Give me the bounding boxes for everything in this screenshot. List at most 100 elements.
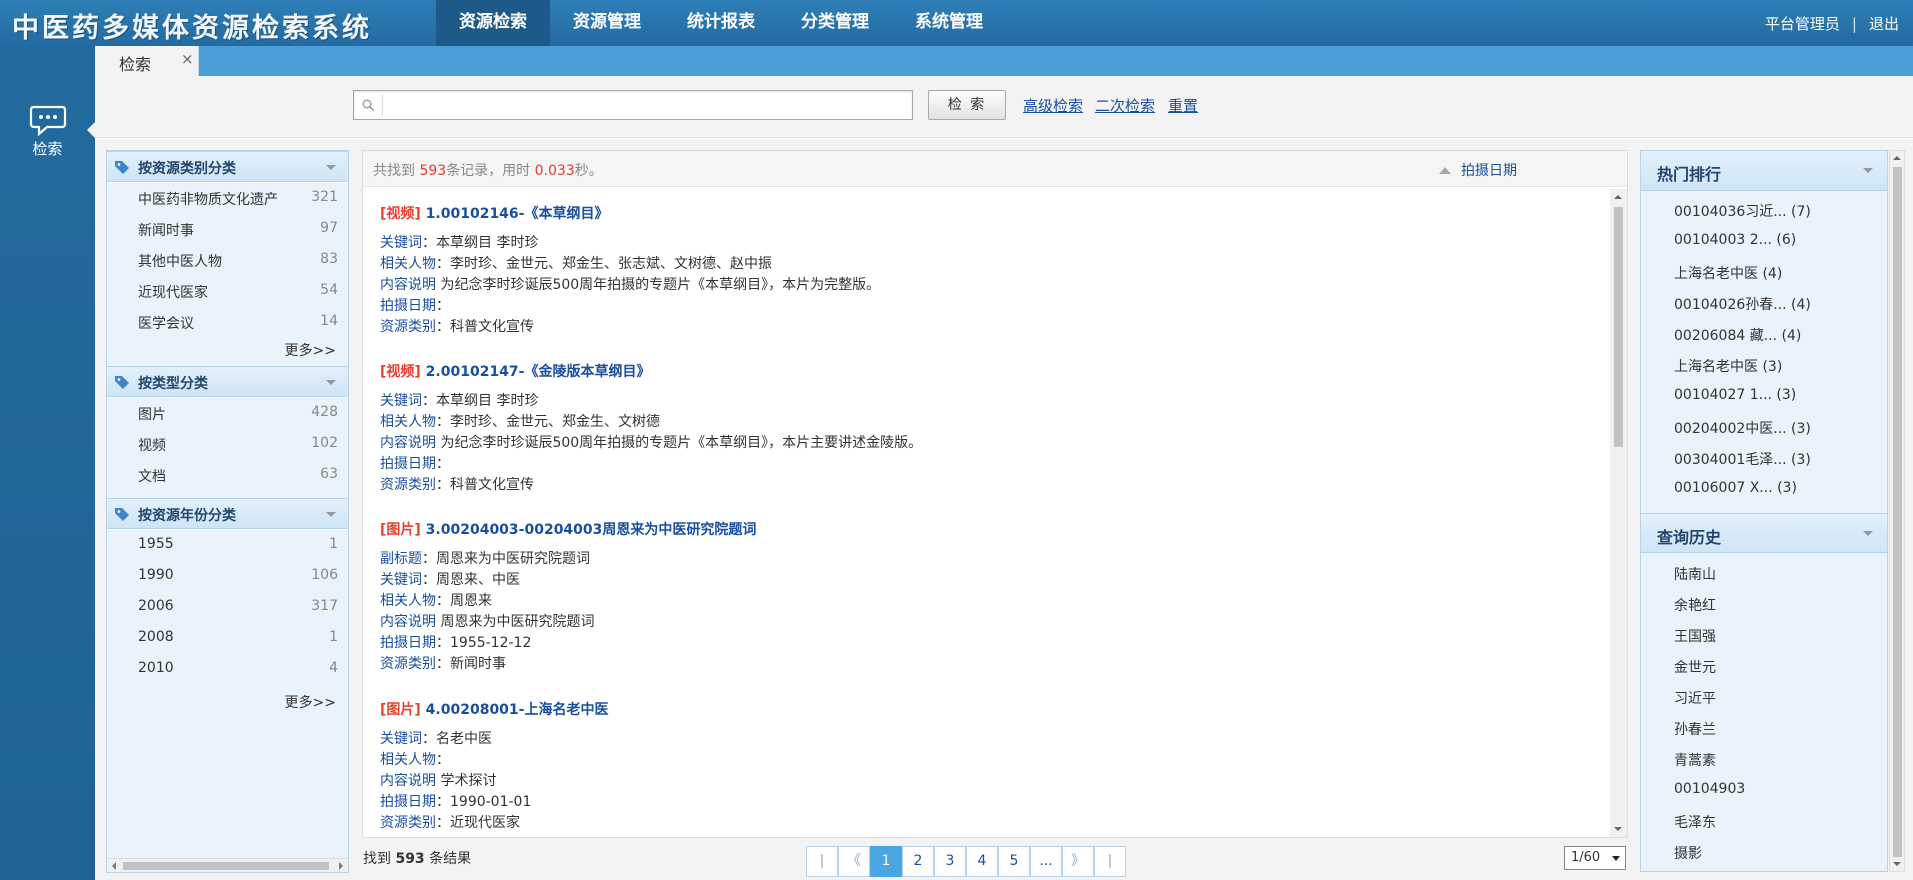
field-sep: ： [436,815,450,831]
facet-item[interactable]: 文档 63 [107,460,348,491]
scroll-down-icon[interactable] [1893,862,1901,866]
chevron-down-icon[interactable] [1863,531,1873,536]
right-panel-scrollbar[interactable] [1889,150,1905,872]
tab-strip: 检索 × [95,46,1913,76]
facet-item[interactable]: 近现代医家 54 [107,276,348,307]
hot-item[interactable]: 上海名老中医 (3) [1674,356,1782,376]
facet-item-name: 中医药非物质文化遗产 [138,192,278,208]
result-title-link[interactable]: [视频] 2.00102147-《金陵版本草纲目》 [380,361,1600,381]
reset-link[interactable]: 重置 [1168,95,1198,116]
hot-item[interactable]: 00206084 藏... (4) [1674,325,1801,345]
chevron-down-icon[interactable] [1863,168,1873,173]
user-name-link[interactable]: 平台管理员 [1765,15,1840,33]
page-button[interactable]: 1 [870,846,902,877]
facet-item[interactable]: 2008 1 [107,623,348,654]
facet-item[interactable]: 1990 106 [107,561,348,592]
field-key: 内容说明 [380,614,436,630]
field-sep: ： [422,393,436,409]
nav-category-management[interactable]: 分类管理 [778,0,892,46]
history-item[interactable]: 陆南山 [1674,564,1716,584]
hot-item[interactable]: 00106007 X... (3) [1674,480,1797,496]
facet-header-year[interactable]: 按资源年份分类 [107,498,348,529]
next-page-button[interactable]: 》 [1062,846,1094,877]
facet-header-media-type[interactable]: 按类型分类 [107,366,348,397]
facet-more-link[interactable]: 更多>> [285,692,336,712]
field-sep: ： [436,656,450,672]
result-title-link[interactable]: [图片] 3.00204003-00204003周恩来为中医研究院题词 [380,519,1600,539]
scroll-down-icon[interactable] [1614,827,1622,831]
prev-page-button[interactable]: 《 [838,846,870,877]
results-total: 593 [419,163,447,179]
facet-more-row: 更多>> [107,334,348,366]
history-item[interactable]: 青蒿素 [1674,750,1716,770]
page-ellipsis[interactable]: ... [1030,846,1062,877]
page-select[interactable]: 1/60 [1564,846,1626,870]
page-button[interactable]: 5 [998,846,1030,877]
facet-item[interactable]: 2006 317 [107,592,348,623]
last-page-button[interactable]: | [1094,846,1126,877]
facet-item[interactable]: 1955 1 [107,530,348,561]
facet-item-name: 图片 [138,407,166,423]
secondary-search-link[interactable]: 二次检索 [1095,95,1155,116]
history-item[interactable]: 毛泽东 [1674,812,1716,832]
chevron-down-icon[interactable] [326,380,336,385]
hot-ranking-header[interactable]: 热门排行 [1641,151,1887,191]
results-vertical-scrollbar[interactable] [1610,189,1627,837]
page-button[interactable]: 4 [966,846,998,877]
nav-system-management[interactable]: 系统管理 [892,0,1006,46]
nav-resource-management[interactable]: 资源管理 [550,0,664,46]
nav-resource-search[interactable]: 资源检索 [436,0,550,46]
scroll-right-icon[interactable] [339,862,343,870]
rail-search-button[interactable]: 检索 [0,104,95,168]
scroll-up-icon[interactable] [1614,195,1622,199]
result-title-link[interactable]: [图片] 4.00208001-上海名老中医 [380,699,1600,719]
sort-by-date-button[interactable]: 拍摄日期 [1439,160,1517,180]
search-input[interactable] [386,93,906,117]
facet-more-link[interactable]: 更多>> [285,340,336,360]
result-item: [图片] 3.00204003-00204003周恩来为中医研究院题词 副标题：… [380,519,1600,675]
chevron-down-icon[interactable] [326,512,336,517]
nav-statistics[interactable]: 统计报表 [664,0,778,46]
facet-item[interactable]: 新闻时事 97 [107,214,348,245]
facet-item[interactable]: 中医药非物质文化遗产 321 [107,183,348,214]
scrollbar-thumb[interactable] [1614,207,1623,447]
field-value: 学术探讨 [440,773,497,789]
facet-header-resource-type[interactable]: 按资源类别分类 [107,151,348,182]
tab-close-icon[interactable]: × [181,50,194,68]
history-item[interactable]: 习近平 [1674,688,1716,708]
hot-item[interactable]: 00104003 2... (6) [1674,232,1796,248]
chevron-down-icon[interactable] [326,165,336,170]
facet-horizontal-scrollbar[interactable] [107,858,348,872]
logout-link[interactable]: 退出 [1869,15,1899,33]
hot-item[interactable]: 00304001毛泽... (3) [1674,449,1811,469]
page-button[interactable]: 3 [934,846,966,877]
result-title-link[interactable]: [视频] 1.00102146-《本草纲目》 [380,203,1600,223]
result-type-tag: [视频] [380,206,421,222]
history-item[interactable]: 王国强 [1674,626,1716,646]
hot-item[interactable]: 00104026孙春... (4) [1674,294,1811,314]
tab-search[interactable]: 检索 × [95,46,199,76]
facet-item[interactable]: 视频 102 [107,429,348,460]
hot-item[interactable]: 00104027 1... (3) [1674,387,1796,403]
advanced-search-link[interactable]: 高级检索 [1023,95,1083,116]
history-item[interactable]: 余艳红 [1674,595,1716,615]
scroll-left-icon[interactable] [112,862,116,870]
result-field: 资源类别：科普文化宣传 [380,475,1600,496]
search-button[interactable]: 检 索 [928,90,1006,120]
history-item[interactable]: 00104903 [1674,781,1745,797]
facet-item[interactable]: 2010 4 [107,654,348,685]
history-item[interactable]: 金世元 [1674,657,1716,677]
page-button[interactable]: 2 [902,846,934,877]
scroll-up-icon[interactable] [1893,156,1901,160]
facet-item[interactable]: 图片 428 [107,398,348,429]
history-item[interactable]: 孙春兰 [1674,719,1716,739]
hot-item[interactable]: 00104036习近... (7) [1674,201,1811,221]
history-item[interactable]: 摄影 [1674,843,1702,863]
hot-item[interactable]: 00204002中医... (3) [1674,418,1811,438]
hot-item[interactable]: 上海名老中医 (4) [1674,263,1782,283]
first-page-button[interactable]: | [806,846,838,877]
facet-item[interactable]: 其他中医人物 83 [107,245,348,276]
scrollbar-thumb[interactable] [1893,167,1902,857]
history-header[interactable]: 查询历史 [1641,513,1887,553]
scrollbar-thumb[interactable] [123,862,329,870]
